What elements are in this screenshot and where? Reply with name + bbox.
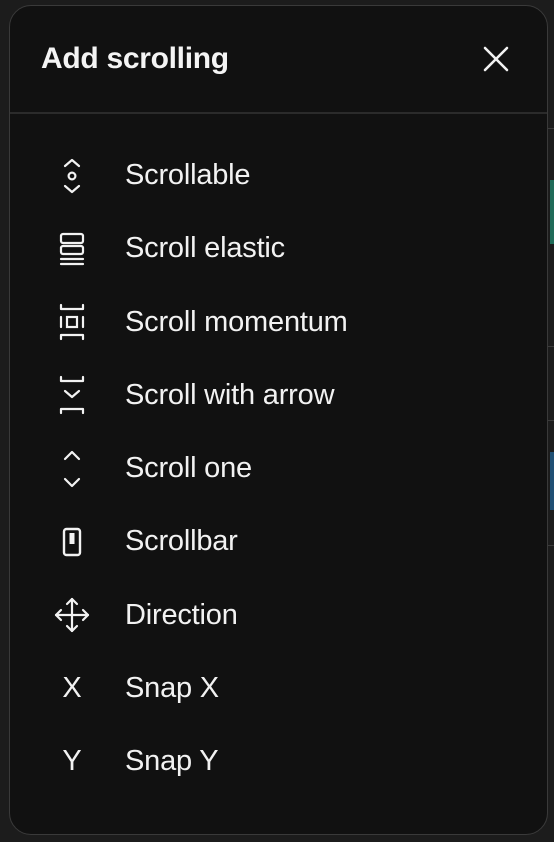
scroll-elastic-icon bbox=[52, 229, 92, 269]
background-divider bbox=[548, 545, 554, 546]
scroll-one-icon bbox=[52, 449, 92, 489]
menu-item-scroll-momentum[interactable]: Scroll momentum bbox=[10, 286, 547, 359]
menu-item-label: Direction bbox=[125, 598, 238, 631]
menu-item-direction[interactable]: Direction bbox=[10, 579, 547, 652]
background-accent-green bbox=[550, 180, 554, 244]
scrollable-icon bbox=[52, 156, 92, 196]
close-icon bbox=[483, 46, 509, 72]
snap-y-glyph: Y bbox=[62, 745, 82, 778]
menu-item-label: Snap X bbox=[125, 671, 219, 704]
direction-icon bbox=[52, 595, 92, 635]
menu-item-label: Scroll momentum bbox=[125, 305, 348, 338]
snap-x-glyph: X bbox=[62, 671, 82, 704]
background-divider bbox=[548, 128, 554, 129]
background-divider bbox=[548, 420, 554, 421]
background-accent-blue bbox=[550, 452, 554, 510]
snap-y-icon: Y bbox=[52, 742, 92, 782]
menu-item-snap-x[interactable]: X Snap X bbox=[10, 652, 547, 725]
scrolling-options-menu: Scrollable Scroll elastic Scroll momentu… bbox=[10, 139, 547, 798]
dialog-title: Add scrolling bbox=[41, 42, 229, 75]
close-button[interactable] bbox=[479, 42, 513, 76]
snap-x-icon: X bbox=[52, 668, 92, 708]
menu-item-label: Scroll elastic bbox=[125, 232, 285, 265]
menu-item-scroll-one[interactable]: Scroll one bbox=[10, 432, 547, 505]
scroll-with-arrow-icon bbox=[52, 375, 92, 415]
menu-item-scrollable[interactable]: Scrollable bbox=[10, 139, 547, 212]
background-divider bbox=[548, 346, 554, 347]
menu-item-snap-y[interactable]: Y Snap Y bbox=[10, 725, 547, 798]
scrollbar-icon bbox=[52, 522, 92, 562]
menu-item-scroll-with-arrow[interactable]: Scroll with arrow bbox=[10, 359, 547, 432]
menu-item-label: Scrollbar bbox=[125, 525, 238, 558]
menu-item-label: Scroll one bbox=[125, 452, 252, 485]
menu-item-label: Snap Y bbox=[125, 745, 219, 778]
menu-item-label: Scroll with arrow bbox=[125, 378, 335, 411]
dialog-header: Add scrolling bbox=[10, 6, 547, 114]
add-scrolling-dialog: Add scrolling Scrollable Scroll elastic … bbox=[9, 5, 548, 835]
scroll-momentum-icon bbox=[52, 302, 92, 342]
menu-item-label: Scrollable bbox=[125, 159, 251, 192]
menu-item-scrollbar[interactable]: Scrollbar bbox=[10, 505, 547, 578]
menu-item-scroll-elastic[interactable]: Scroll elastic bbox=[10, 212, 547, 285]
